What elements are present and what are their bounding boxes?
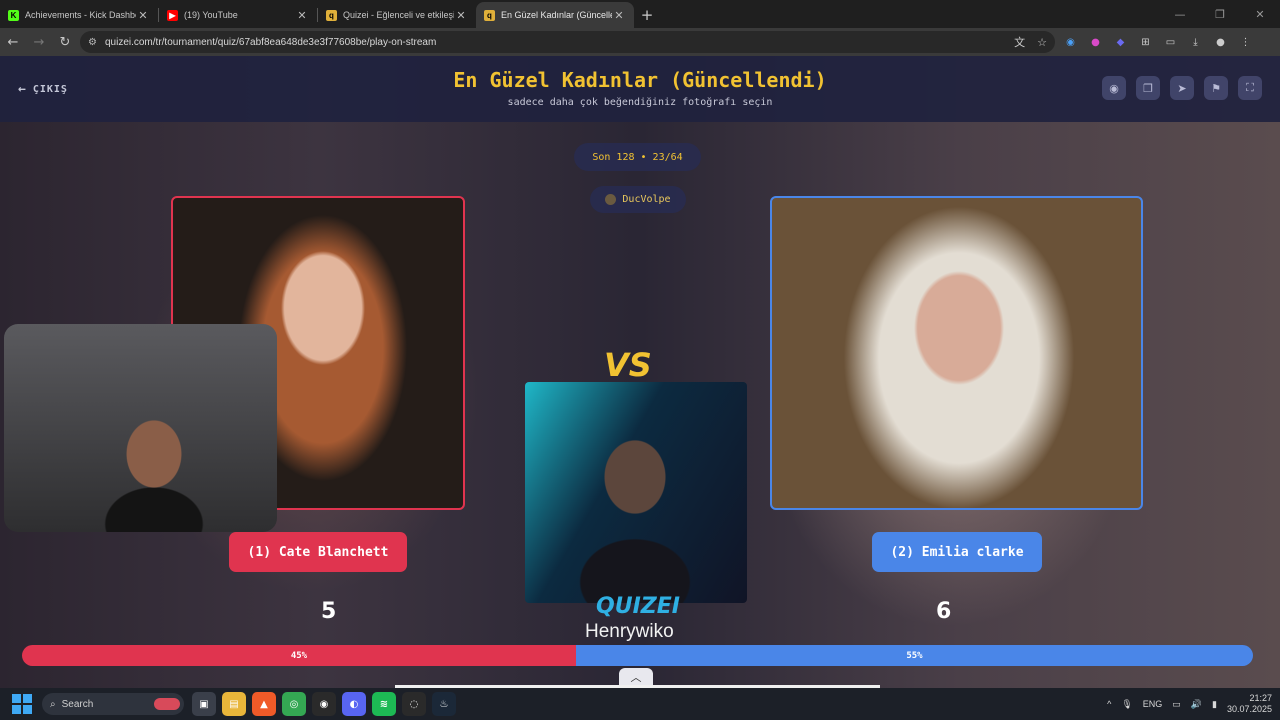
streamer-name: Henrywiko <box>585 621 674 642</box>
system-tray: ^ 🎙 ENG ▭ 🔊 ▮ 21:27 30.07.2025 <box>1107 688 1272 720</box>
volume-icon[interactable]: 🔊 <box>1191 699 1202 710</box>
window-controls: — ❐ ✕ <box>1160 0 1280 28</box>
microphone-icon[interactable]: 🎙 <box>1121 699 1132 710</box>
tab-title: Quizei - Eğlenceli ve etkileşimli <box>343 10 454 20</box>
extensions-puzzle-icon[interactable]: ⊞ <box>1137 34 1154 51</box>
quiz-subtitle: sadece daha çok beğendiğiniz fotoğrafı s… <box>507 97 773 108</box>
user-name: DucVolpe <box>622 194 671 205</box>
quiz-header: ← ÇIKIŞ En Güzel Kadınlar (Güncellendi) … <box>0 56 1280 122</box>
browser-tab-bar: K Achievements - Kick Dashboard ✕ ▶ (19)… <box>0 0 1280 28</box>
search-label: Search <box>61 698 94 710</box>
forward-icon[interactable]: → <box>26 29 52 55</box>
vs-label: VS <box>604 346 652 384</box>
copy-icon[interactable]: ❐ <box>1136 76 1160 100</box>
back-icon[interactable]: ← <box>0 29 26 55</box>
round-indicator: Son 128 • 23/64 <box>574 143 701 171</box>
extension-icon[interactable]: ◉ <box>1062 34 1079 51</box>
url-text[interactable]: quizei.com/tr/tournament/quiz/67abf8ea64… <box>105 37 436 48</box>
close-icon[interactable]: ✕ <box>612 9 626 22</box>
extension-icon[interactable]: ● <box>1087 34 1104 51</box>
webcam-overlay-center <box>525 382 747 603</box>
left-vote-count: 5 <box>321 599 337 624</box>
taskbar-apps: ▣ ▤ ▲ ◎ ◉ ◐ ≋ ◌ ♨ <box>192 692 456 716</box>
close-icon[interactable]: ✕ <box>454 9 468 22</box>
choose-right-button[interactable]: (2) Emilia clarke <box>872 532 1042 572</box>
tab-title: En Güzel Kadınlar (Güncellendi) <box>501 10 612 20</box>
header-actions: ◉ ❐ ➤ ⚑ ⛶ <box>1102 76 1262 100</box>
extensions-area: ◉ ● ◆ ⊞ ▭ ⤓ ● ⋮ <box>1062 28 1254 56</box>
search-highlight-icon <box>154 698 180 710</box>
spotify-icon[interactable]: ≋ <box>372 692 396 716</box>
menu-kebab-icon[interactable]: ⋮ <box>1237 34 1254 51</box>
flag-icon[interactable]: ⚑ <box>1204 76 1228 100</box>
kick-icon: K <box>8 9 19 21</box>
task-view-icon[interactable]: ▣ <box>192 692 216 716</box>
choose-left-button[interactable]: (1) Cate Blanchett <box>229 532 407 572</box>
battery-icon[interactable]: ▮ <box>1212 699 1217 710</box>
quiz-page: ← ÇIKIŞ En Güzel Kadınlar (Güncellendi) … <box>0 56 1280 688</box>
network-icon[interactable]: ▭ <box>1172 699 1181 710</box>
download-icon[interactable]: ⤓ <box>1187 34 1204 51</box>
chrome-icon[interactable]: ◎ <box>282 692 306 716</box>
eye-icon[interactable]: ◉ <box>1102 76 1126 100</box>
restore-icon[interactable]: ❐ <box>1200 0 1240 28</box>
extension-icon[interactable]: ◆ <box>1112 34 1129 51</box>
windows-taskbar: ⌕ Search ▣ ▤ ▲ ◎ ◉ ◐ ≋ ◌ ♨ ^ 🎙 ENG ▭ 🔊 ▮… <box>0 688 1280 720</box>
collapse-chevron-up-icon[interactable]: ︿ <box>619 668 653 686</box>
chevron-up-icon[interactable]: ^ <box>1107 699 1111 709</box>
close-window-icon[interactable]: ✕ <box>1240 0 1280 28</box>
quizei-icon: q <box>484 9 495 21</box>
tab-title: (19) YouTube <box>184 10 238 20</box>
reload-icon[interactable]: ↻ <box>52 29 78 55</box>
profile-avatar[interactable]: ● <box>1212 34 1229 51</box>
user-badge: DucVolpe <box>590 186 686 213</box>
webcam-overlay-left <box>4 324 277 532</box>
discord-icon[interactable]: ◐ <box>342 692 366 716</box>
language-indicator[interactable]: ENG <box>1143 699 1163 709</box>
user-avatar <box>605 194 617 205</box>
search-icon: ⌕ <box>50 698 56 710</box>
site-info-icon[interactable]: ⚙ <box>88 37 97 48</box>
bookmark-star-icon[interactable]: ☆ <box>1037 36 1047 49</box>
clock-time: 21:27 <box>1249 693 1272 703</box>
close-icon[interactable]: ✕ <box>295 9 309 22</box>
obs-icon[interactable]: ◉ <box>312 692 336 716</box>
quizei-icon: q <box>326 9 337 21</box>
fullscreen-icon[interactable]: ⛶ <box>1238 76 1262 100</box>
left-percent-fill: 45% <box>22 645 576 666</box>
steelseries-icon[interactable]: ◌ <box>402 692 426 716</box>
close-icon[interactable]: ✕ <box>136 9 150 22</box>
clock-date: 30.07.2025 <box>1226 704 1272 714</box>
right-percent-fill: 55% <box>575 645 1253 666</box>
steam-icon[interactable]: ♨ <box>432 692 456 716</box>
vote-progress-bar: 45% 55% <box>22 645 1253 666</box>
tab-youtube[interactable]: ▶ (19) YouTube ✕ <box>159 2 317 28</box>
tab-title: Achievements - Kick Dashboard <box>25 10 136 20</box>
tab-quiz-active[interactable]: q En Güzel Kadınlar (Güncellendi) ✕ <box>476 2 634 28</box>
minimize-icon[interactable]: — <box>1160 0 1200 28</box>
right-vote-count: 6 <box>936 599 952 624</box>
quiz-title: En Güzel Kadınlar (Güncellendi) <box>453 68 827 92</box>
tab-quizei-home[interactable]: q Quizei - Eğlenceli ve etkileşimli ✕ <box>318 2 476 28</box>
file-explorer-icon[interactable]: ▤ <box>222 692 246 716</box>
share-icon[interactable]: ➤ <box>1170 76 1194 100</box>
omnibox[interactable]: ⚙ quizei.com/tr/tournament/quiz/67abf8ea… <box>80 31 1055 53</box>
right-option-photo[interactable] <box>770 196 1143 510</box>
tab-kick-dashboard[interactable]: K Achievements - Kick Dashboard ✕ <box>0 2 158 28</box>
translate-icon[interactable]: 文 <box>1014 34 1025 50</box>
taskbar-search[interactable]: ⌕ Search <box>42 693 184 715</box>
new-tab-button[interactable]: + <box>634 2 660 28</box>
sidepanel-icon[interactable]: ▭ <box>1162 34 1179 51</box>
windows-start-icon[interactable] <box>10 692 34 716</box>
quizei-logo: QUIZEI <box>596 594 680 619</box>
clock[interactable]: 21:27 30.07.2025 <box>1227 693 1272 715</box>
youtube-icon: ▶ <box>167 9 178 21</box>
brave-icon[interactable]: ▲ <box>252 692 276 716</box>
address-toolbar: ← → ↻ ⚙ quizei.com/tr/tournament/quiz/67… <box>0 28 1280 56</box>
